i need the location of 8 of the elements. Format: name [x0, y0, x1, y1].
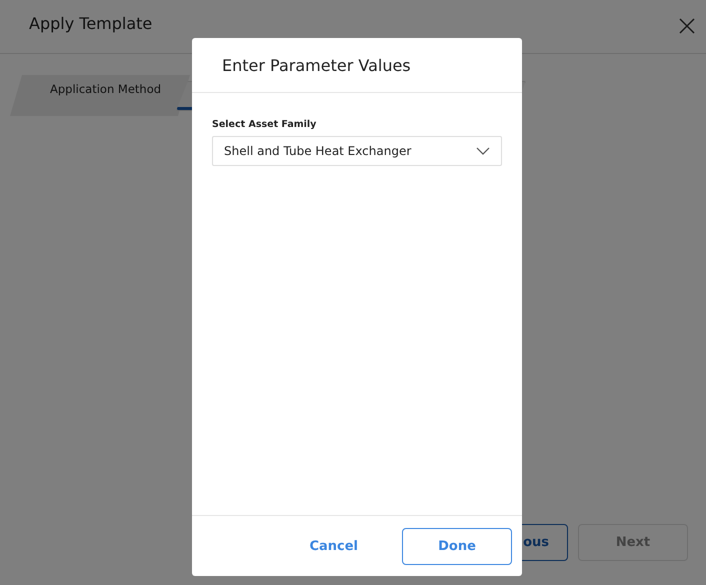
chevron-down-icon [476, 147, 490, 155]
dialog-title: Enter Parameter Values [222, 56, 411, 74]
window-title: Apply Template [29, 14, 152, 33]
asset-family-dropdown[interactable]: Shell and Tube Heat Exchanger [212, 136, 502, 166]
field-label: Select Asset Family [212, 119, 316, 130]
done-button[interactable]: Done [402, 528, 512, 564]
close-icon[interactable] [679, 18, 695, 34]
step-tab[interactable]: Application Method [10, 75, 190, 116]
